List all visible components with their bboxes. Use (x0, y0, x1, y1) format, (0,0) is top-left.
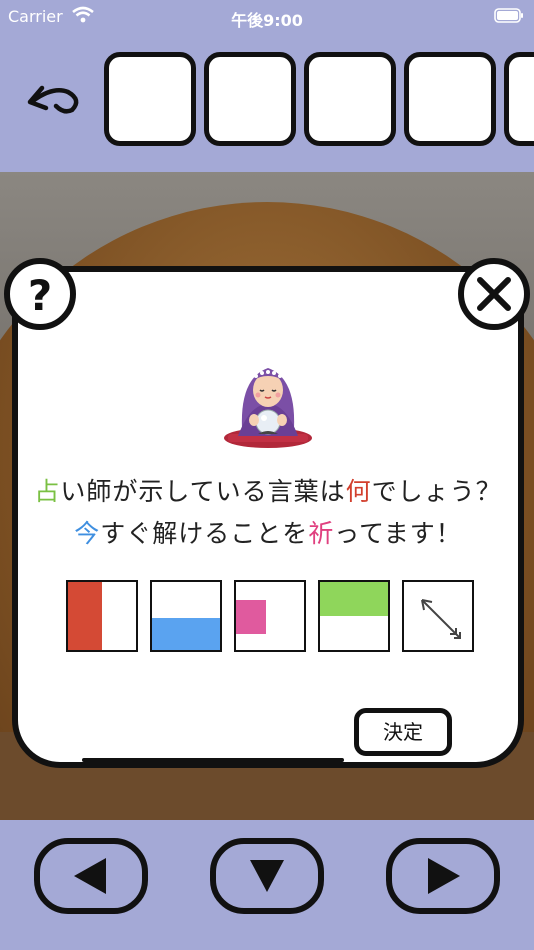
battery-icon (494, 8, 523, 23)
help-icon: ? (27, 271, 53, 320)
card-green-top-half[interactable] (318, 580, 390, 652)
down-triangle-icon (250, 860, 284, 892)
question-text: い師が示している言葉は (60, 477, 346, 506)
highlight-char: 何 (345, 477, 372, 506)
question-line-1: 占い師が示している言葉は何でしょう？ (12, 472, 524, 508)
green-fill (320, 582, 388, 616)
card-blue-bottom-half[interactable] (150, 580, 222, 652)
nav-left-button[interactable] (34, 838, 148, 914)
pink-fill (236, 600, 266, 634)
item-slot[interactable] (504, 52, 534, 146)
status-time: 午後9:00 (231, 11, 303, 30)
highlight-char: 今 (74, 519, 101, 548)
nav-right-button[interactable] (386, 838, 500, 914)
item-slot[interactable] (304, 52, 396, 146)
card-pink-small-square[interactable] (234, 580, 306, 652)
question-line-2: 今すぐ解けることを祈ってます！ (12, 514, 524, 550)
question-text: ってます！ (334, 519, 462, 548)
question-text: でしょう？ (371, 477, 502, 506)
scroll-indicator (82, 758, 344, 762)
arrow-icon (421, 599, 461, 639)
return-arrow-icon[interactable] (24, 78, 84, 128)
highlight-char: 占 (34, 477, 61, 506)
blue-fill (152, 618, 220, 650)
item-slot[interactable] (104, 52, 196, 146)
card-arrow[interactable] (402, 580, 474, 652)
fortune-teller-illustration (224, 368, 312, 448)
question-text: すぐ解けることを (100, 519, 309, 548)
item-slot-bar (104, 52, 534, 150)
decide-button[interactable]: 決定 (354, 708, 452, 756)
highlight-char: 祈 (308, 519, 335, 548)
close-icon (477, 277, 511, 311)
help-button[interactable]: ? (4, 258, 76, 330)
red-fill (68, 582, 102, 650)
right-triangle-icon (428, 858, 460, 894)
card-red-left-half[interactable] (66, 580, 138, 652)
status-bar: Carrier 午後9:00 (0, 0, 534, 34)
nav-down-button[interactable] (210, 838, 324, 914)
left-triangle-icon (74, 858, 106, 894)
item-slot[interactable] (204, 52, 296, 146)
close-button[interactable] (458, 258, 530, 330)
item-slot[interactable] (404, 52, 496, 146)
